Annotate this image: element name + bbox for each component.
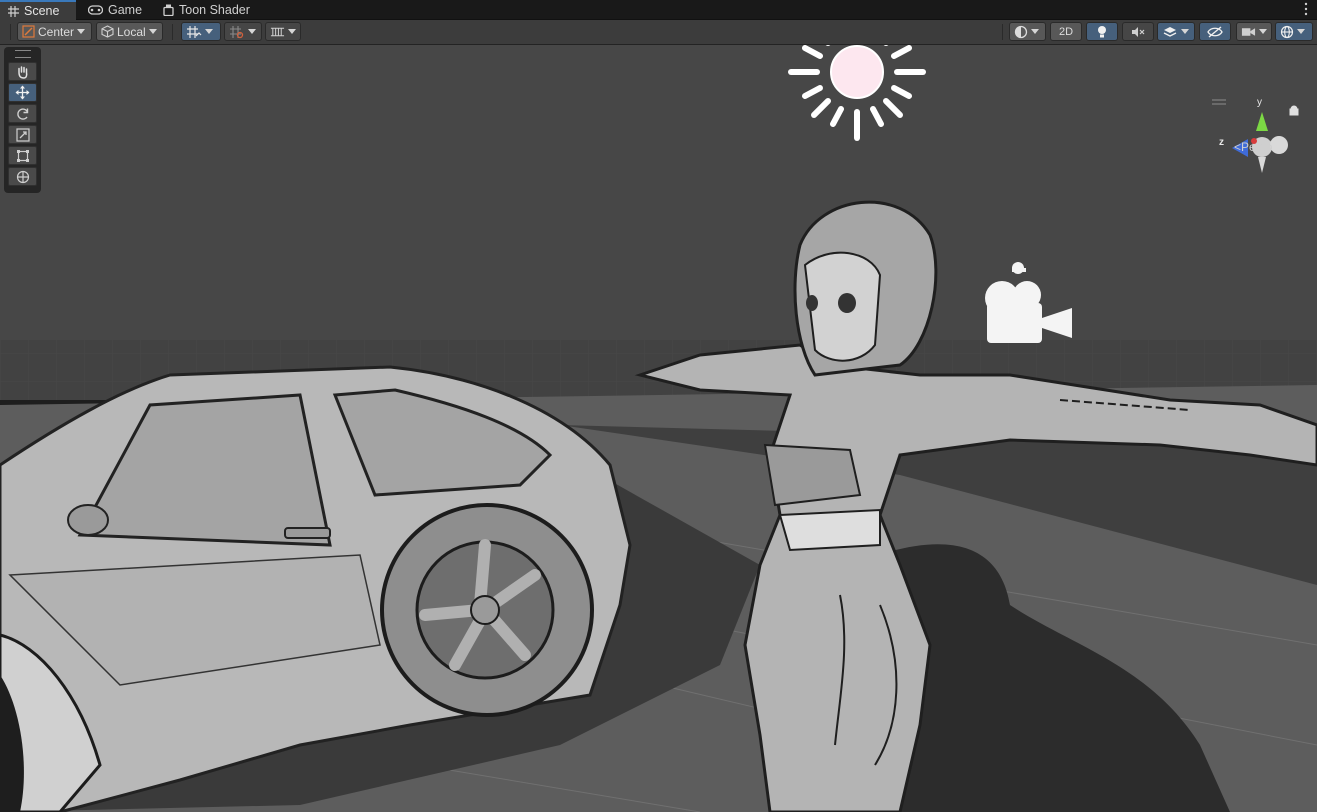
effects-layers-icon xyxy=(1163,26,1177,37)
tab-toon-shader-label: Toon Shader xyxy=(179,2,250,17)
rotate-icon xyxy=(16,107,28,120)
lock-icon[interactable] xyxy=(1289,105,1299,116)
gizmo-y-label: y xyxy=(1257,97,1262,108)
eye-off-icon xyxy=(1207,25,1223,38)
more-options-icon[interactable] xyxy=(1303,2,1309,16)
grid-snap-toggle[interactable] xyxy=(181,22,221,41)
chevron-down-icon xyxy=(148,29,157,34)
chevron-down-icon xyxy=(77,29,86,34)
gizmo-z-label: z xyxy=(1219,137,1224,148)
chevron-down-icon xyxy=(1031,29,1039,34)
toolbar-grip xyxy=(10,24,11,40)
projection-label: Persp xyxy=(1241,140,1273,154)
sky-background xyxy=(0,45,1317,355)
tab-scene-label: Scene xyxy=(24,4,60,18)
toolbar-separator xyxy=(172,24,173,40)
projection-back-icon: < xyxy=(1234,140,1242,154)
tools-overlay xyxy=(4,47,41,193)
chevron-down-icon xyxy=(1181,29,1189,34)
chevron-down-icon xyxy=(288,29,296,34)
tab-scene[interactable]: Scene xyxy=(0,0,76,20)
toolbar-separator xyxy=(1002,24,1003,40)
tab-game[interactable]: Game xyxy=(80,0,146,19)
move-tool[interactable] xyxy=(8,83,37,102)
projection-toggle[interactable]: <Persp xyxy=(1234,140,1272,154)
gizmo-grip xyxy=(1212,99,1226,101)
gizmo-neg-y-axis[interactable] xyxy=(1258,157,1266,173)
scale-tool[interactable] xyxy=(8,125,37,144)
hidden-objects-toggle[interactable] xyxy=(1199,22,1231,41)
gizmo-globe-icon xyxy=(1280,25,1294,38)
scene-render xyxy=(0,45,1317,812)
pivot-space-dropdown[interactable]: Local xyxy=(96,22,163,41)
2d-toggle-button[interactable]: 2D xyxy=(1050,22,1082,41)
pivot-space-label: Local xyxy=(117,24,146,39)
grid-snap-icon xyxy=(187,25,202,38)
audio-muted-icon xyxy=(1132,26,1145,37)
effects-dropdown[interactable] xyxy=(1157,22,1195,41)
shaded-sphere-icon xyxy=(1014,25,1028,38)
pivot-mode-dropdown[interactable]: Center xyxy=(17,22,92,41)
local-cube-icon xyxy=(101,25,114,38)
draw-mode-dropdown[interactable] xyxy=(1009,22,1046,41)
ruler-grid-icon xyxy=(270,27,285,36)
camera-icon xyxy=(1241,27,1256,36)
grid-visibility-dropdown[interactable] xyxy=(265,22,301,41)
chevron-down-icon xyxy=(1259,29,1267,34)
tab-game-label: Game xyxy=(108,2,143,17)
tools-grip[interactable] xyxy=(14,50,31,58)
hand-tool[interactable] xyxy=(8,62,37,81)
scale-icon xyxy=(15,127,30,142)
hand-icon xyxy=(17,65,27,79)
tab-bar: Scene Game Toon Shader xyxy=(0,0,1317,20)
move-arrows-icon xyxy=(15,85,30,100)
pivot-center-icon xyxy=(22,25,35,38)
chevron-down-icon xyxy=(1297,29,1305,34)
rect-transform-icon xyxy=(16,149,29,162)
audio-toggle[interactable] xyxy=(1122,22,1154,41)
scene-viewport[interactable]: y z <Persp xyxy=(0,45,1317,812)
lightbulb-icon xyxy=(1098,25,1106,37)
2d-toggle-label: 2D xyxy=(1058,25,1074,38)
transform-icon xyxy=(16,170,29,183)
lighting-toggle[interactable] xyxy=(1086,22,1118,41)
toon-shader-icon xyxy=(163,4,174,16)
gizmos-dropdown[interactable] xyxy=(1275,22,1313,41)
camera-settings-dropdown[interactable] xyxy=(1236,22,1272,41)
grid-icon xyxy=(8,5,19,17)
pivot-mode-label: Center xyxy=(38,24,75,39)
transform-tool[interactable] xyxy=(8,167,37,186)
rotate-tool[interactable] xyxy=(8,104,37,123)
chevron-down-icon xyxy=(205,29,213,34)
gizmo-y-axis[interactable] xyxy=(1256,112,1268,131)
gamepad-icon xyxy=(88,4,103,15)
scene-toolbar: Center Local 2D xyxy=(0,20,1317,45)
chevron-down-icon xyxy=(248,29,256,34)
increment-snap-toggle[interactable] xyxy=(224,22,262,41)
rect-tool[interactable] xyxy=(8,146,37,165)
increment-snap-icon xyxy=(230,25,244,38)
tab-toon-shader[interactable]: Toon Shader xyxy=(155,0,265,19)
